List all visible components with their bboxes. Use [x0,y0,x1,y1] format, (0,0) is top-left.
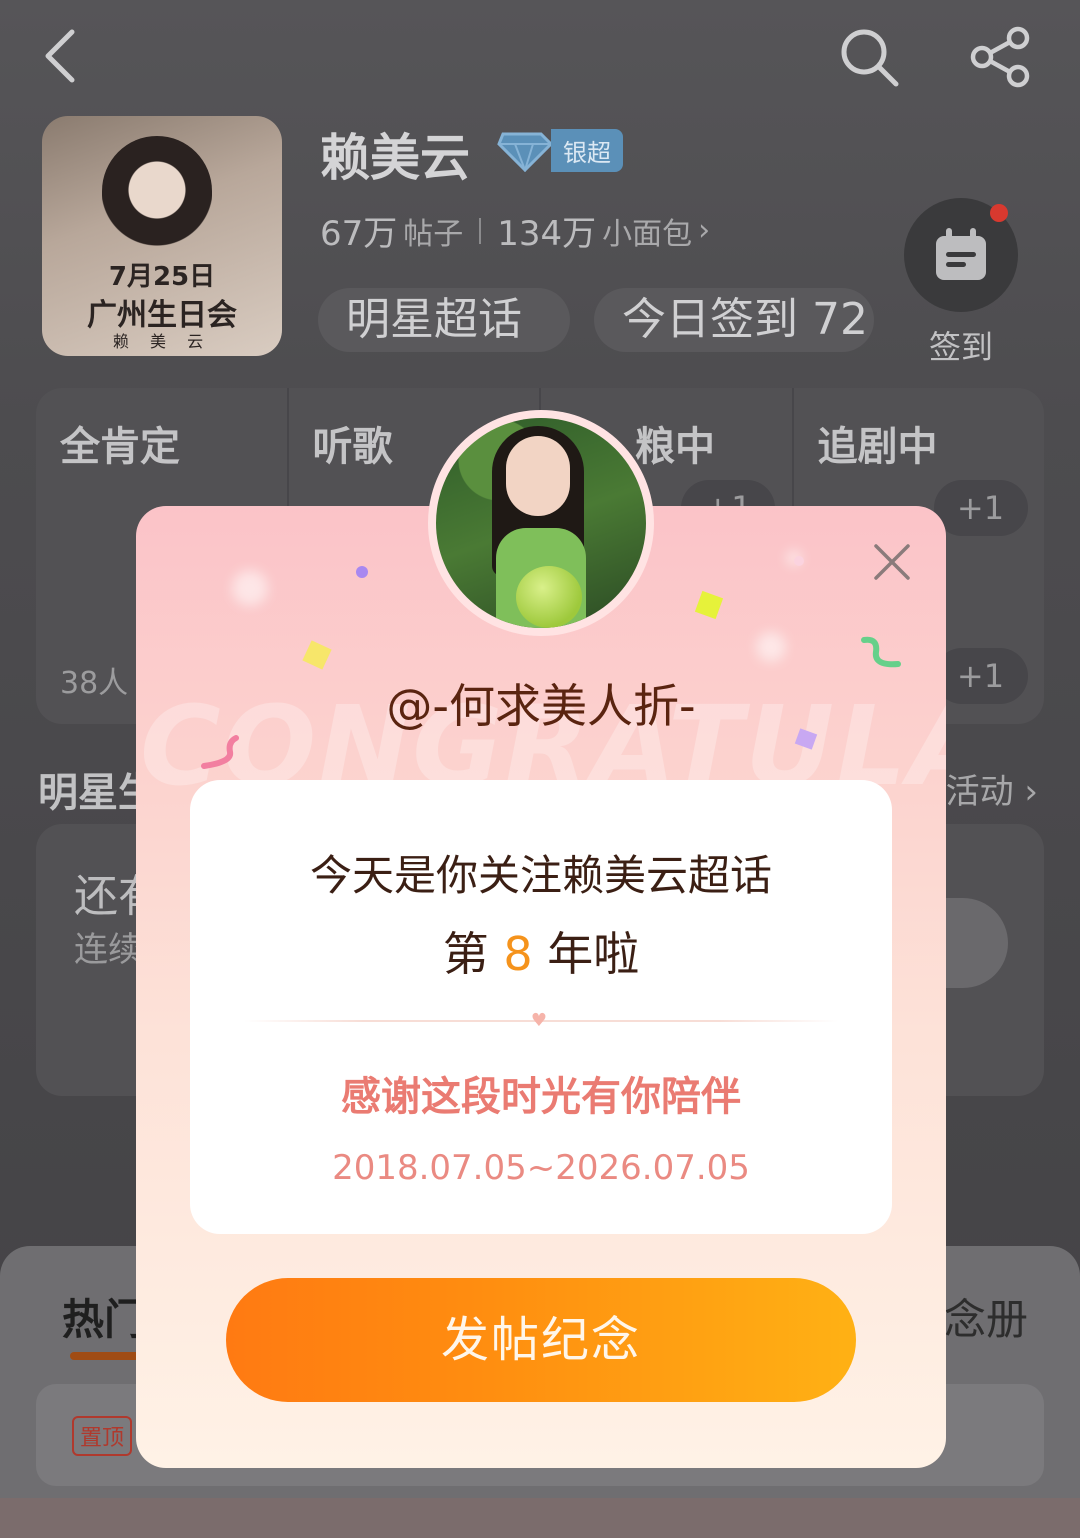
confetti-icon [356,566,368,578]
join-button[interactable]: +1 [933,480,1028,536]
years-number: 8 [503,927,533,981]
topic-name: 赖美云 [320,129,470,187]
years-message: 第 8 年啦 [190,918,892,984]
cover-date: 7月25日 [108,262,216,292]
bread-count: 134万 [497,214,597,254]
sparkle-decoration [232,570,268,606]
apple-icon [516,566,582,628]
thanks-message: 感谢这段时光有你陪伴 [341,1074,741,1120]
cover-name: 赖 美 云 [112,332,212,351]
confetti-icon [794,556,804,566]
bread-unit: 小面包 [602,216,693,252]
checkin-label: 签到 [928,328,993,366]
sparkle-decoration [756,632,786,662]
avatar-photo [436,418,646,628]
notification-dot [990,204,1008,222]
topic-cover-image[interactable]: 7月25日 广州生日会 赖 美 云 [42,116,282,356]
chevron-left-icon[interactable] [38,26,86,86]
confetti-icon [861,636,901,668]
stats-divider [479,217,482,244]
tab-indicator [70,1352,142,1360]
avatar-face [506,436,570,516]
confetti-icon [694,590,724,620]
years-prefix: 第 [442,927,489,981]
pinned-tag: 置顶 [72,1416,133,1456]
rank-label: 银超 [551,128,623,172]
join-button[interactable]: +1 [933,648,1028,704]
heart-icon: ♥ [530,1010,548,1031]
user-avatar[interactable] [428,410,654,636]
calendar-icon [936,228,986,280]
tab-album[interactable]: 念册 [944,1286,1028,1347]
rank-badge[interactable]: 银超 [495,128,623,172]
group-title: 追剧中 [817,424,938,470]
close-icon[interactable] [866,536,918,588]
section-more-link[interactable]: 活动 › [946,764,1038,813]
years-suffix: 年啦 [547,927,640,981]
tab-hot[interactable]: 热门 [62,1286,146,1347]
diamond-icon [497,132,554,172]
tag-today-checkin[interactable]: 今日签到 72 [594,288,874,352]
group-member-count: 38人 [60,666,129,701]
post-commemorate-button[interactable]: 发帖纪念 [226,1278,856,1402]
follow-message: 今天是你关注赖美云超话 [309,851,772,900]
group-title: 全肯定 [60,424,180,470]
topic-stats[interactable]: 67万 帖子 134万 小面包 › [320,206,710,255]
confetti-icon [302,640,332,670]
activity-subtitle: 连续 [74,930,142,970]
checkin-button[interactable] [904,198,1018,312]
tag-star-topic[interactable]: 明星超话 [318,288,570,352]
user-handle: @-何求美人折- [386,679,696,733]
search-icon[interactable] [838,26,900,88]
posts-count: 67万 [320,214,398,254]
posts-unit: 帖子 [403,216,464,252]
share-icon[interactable] [968,26,1032,88]
confetti-icon [201,735,239,769]
chevron-right-icon: › [698,213,711,248]
bottom-strip [0,1498,1080,1538]
date-range: 2018.07.05~2026.07.05 [332,1148,750,1188]
